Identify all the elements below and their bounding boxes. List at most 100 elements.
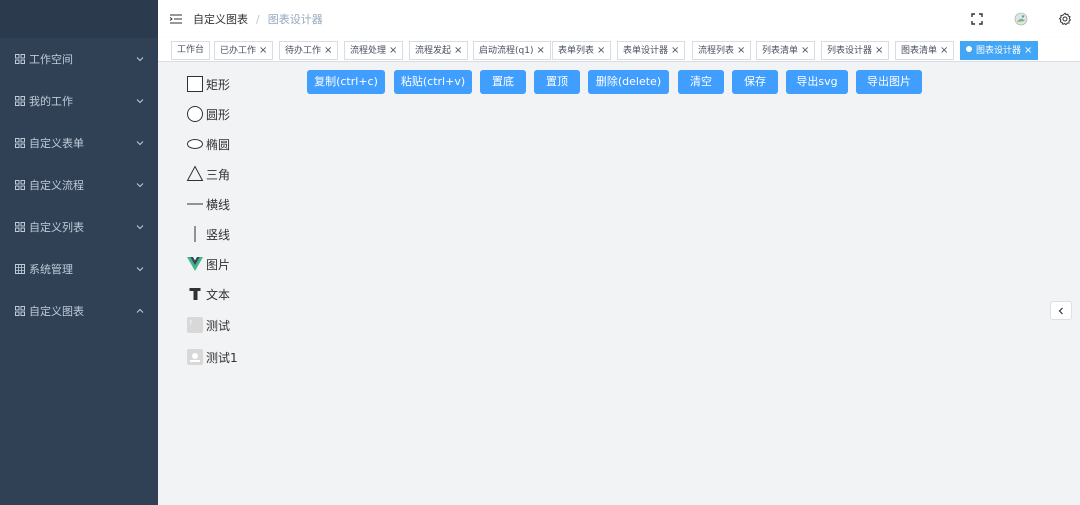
fullscreen-icon[interactable]	[970, 12, 984, 26]
palette-item-label: 图片	[206, 257, 231, 272]
header-actions	[940, 0, 1072, 38]
tag-close-icon[interactable]: ×	[737, 45, 745, 56]
grid-icon	[15, 180, 25, 190]
sidebar-item-system[interactable]: 系统管理	[0, 248, 158, 290]
tag-close-icon[interactable]: ×	[671, 45, 679, 56]
palette-item-label: 测试1	[206, 350, 238, 365]
export-svg-button[interactable]: 导出svg	[786, 70, 848, 94]
tag-close-icon[interactable]: ×	[875, 45, 883, 56]
palette-item-test[interactable]: ? 测试	[186, 314, 230, 336]
palette-item-label: 矩形	[206, 77, 231, 92]
tags-view: 工作台 已办工作 × 待办工作 × 流程处理 × 流程发起 × 启动流程(q1) × 表单…	[158, 38, 1080, 62]
breadcrumb-current: 图表设计器	[267, 13, 323, 26]
tag-todo-work[interactable]: 待办工作 ×	[279, 41, 339, 60]
sidebar-item-custom-flow[interactable]: 自定义流程	[0, 164, 158, 206]
table-icon	[15, 264, 25, 274]
tag-label: 表单列表	[558, 46, 595, 56]
sidebar-item-label: 自定义图表	[29, 305, 84, 318]
tag-flow-list[interactable]: 流程列表 ×	[692, 41, 752, 60]
tag-label: 图表设计器	[976, 46, 1022, 56]
paste-button[interactable]: 粘贴(ctrl+v)	[394, 70, 472, 94]
tag-close-icon[interactable]: ×	[389, 45, 397, 56]
horizontal-line-icon	[187, 203, 203, 205]
tag-close-icon[interactable]: ×	[454, 45, 462, 56]
delete-button[interactable]: 删除(delete)	[588, 70, 669, 94]
chevron-down-icon	[136, 57, 144, 62]
palette-item-label: 竖线	[206, 227, 231, 242]
tag-close-icon[interactable]: ×	[259, 45, 267, 56]
tag-label: 工作台	[177, 45, 205, 55]
chevron-up-icon	[136, 308, 144, 313]
tag-close-icon[interactable]: ×	[536, 45, 544, 56]
tag-label: 图表清单	[901, 46, 938, 56]
save-button[interactable]: 保存	[732, 70, 778, 94]
chevron-down-icon	[136, 183, 144, 188]
tag-chart-designer[interactable]: 图表设计器 ×	[960, 41, 1039, 60]
tag-close-icon[interactable]: ×	[597, 45, 605, 56]
palette-item-vertical-line[interactable]: 竖线	[186, 223, 230, 245]
text-icon	[189, 288, 201, 300]
palette-item-triangle[interactable]: 三角	[186, 163, 230, 185]
ellipse-icon	[187, 139, 203, 149]
tag-form-designer[interactable]: 表单设计器 ×	[617, 41, 686, 60]
sidebar-item-label: 自定义列表	[29, 221, 84, 234]
palette-item-label: 椭圆	[206, 137, 231, 152]
tag-close-icon[interactable]: ×	[1024, 45, 1032, 56]
tag-done-work[interactable]: 已办工作 ×	[214, 41, 274, 60]
bring-to-top-button[interactable]: 置顶	[534, 70, 580, 94]
tag-label: 流程处理	[350, 46, 387, 56]
sidebar-item-custom-chart[interactable]: 自定义图表	[0, 290, 158, 332]
tag-workbench[interactable]: 工作台	[171, 41, 211, 60]
circle-icon	[187, 106, 203, 122]
sidebar-item-my-work[interactable]: 我的工作	[0, 80, 158, 122]
tag-label: 已办工作	[220, 46, 257, 56]
palette-item-ellipse[interactable]: 椭圆	[186, 133, 230, 155]
sidebar-logo-area	[0, 0, 158, 38]
sidebar-item-custom-list[interactable]: 自定义列表	[0, 206, 158, 248]
tag-flow-process[interactable]: 流程处理 ×	[344, 41, 404, 60]
settings-gear-icon[interactable]	[1058, 12, 1072, 26]
chevron-down-icon	[136, 99, 144, 104]
rectangle-icon	[187, 76, 203, 92]
grid-icon	[15, 54, 25, 64]
sidebar-item-custom-form[interactable]: 自定义表单	[0, 122, 158, 164]
grid-icon	[15, 96, 25, 106]
menu-fold-icon[interactable]	[169, 12, 183, 26]
send-to-bottom-button[interactable]: 置底	[480, 70, 526, 94]
chart-designer: 矩形 圆形 椭圆 三角 横线 竖线 图片 文本 ? 测试 测试1 复制(ctrl…	[158, 62, 1080, 505]
vue-logo-icon	[187, 257, 203, 271]
tag-close-icon[interactable]: ×	[801, 45, 809, 56]
sidebar-item-label: 系统管理	[29, 263, 73, 276]
tag-close-icon[interactable]: ×	[324, 45, 332, 56]
copy-button[interactable]: 复制(ctrl+c)	[307, 70, 385, 94]
tag-flow-start[interactable]: 流程发起 ×	[409, 41, 469, 60]
clear-button[interactable]: 清空	[678, 70, 724, 94]
tag-label: 流程发起	[415, 46, 452, 56]
palette-item-test1[interactable]: 测试1	[186, 346, 238, 368]
tag-chart-inventory[interactable]: 图表清单 ×	[895, 41, 955, 60]
export-image-button[interactable]: 导出图片	[856, 70, 922, 94]
palette-item-circle[interactable]: 圆形	[186, 103, 230, 125]
panel-toggle-button[interactable]	[1050, 301, 1072, 320]
sidebar-item-workspace[interactable]: 工作空间	[0, 38, 158, 80]
tag-list-designer[interactable]: 列表设计器 ×	[821, 41, 890, 60]
palette-item-text[interactable]: 文本	[186, 283, 230, 305]
sidebar: 工作空间 我的工作 自定义表单 自定义流程 自定义列表 系统管理 自定义图表	[0, 0, 158, 505]
vertical-line-icon	[194, 226, 196, 242]
tag-close-icon[interactable]: ×	[940, 45, 948, 56]
palette-item-image[interactable]: 图片	[186, 253, 230, 275]
sidebar-item-label: 自定义表单	[29, 137, 84, 150]
avatar[interactable]	[1014, 12, 1028, 26]
palette-item-horizontal-line[interactable]: 横线	[186, 193, 230, 215]
image-placeholder-icon	[187, 349, 203, 365]
tag-label: 待办工作	[285, 46, 322, 56]
palette-item-rectangle[interactable]: 矩形	[186, 73, 230, 95]
palette-item-label: 测试	[206, 318, 231, 333]
breadcrumb-parent[interactable]: 自定义图表	[193, 11, 248, 27]
tag-start-flow-q1[interactable]: 启动流程(q1) ×	[473, 41, 551, 60]
palette-item-label: 横线	[206, 197, 231, 212]
tag-label: 流程列表	[698, 46, 735, 56]
tag-list-inventory[interactable]: 列表清单 ×	[756, 41, 816, 60]
tag-form-list[interactable]: 表单列表 ×	[552, 41, 612, 60]
sidebar-item-label: 工作空间	[29, 53, 73, 66]
